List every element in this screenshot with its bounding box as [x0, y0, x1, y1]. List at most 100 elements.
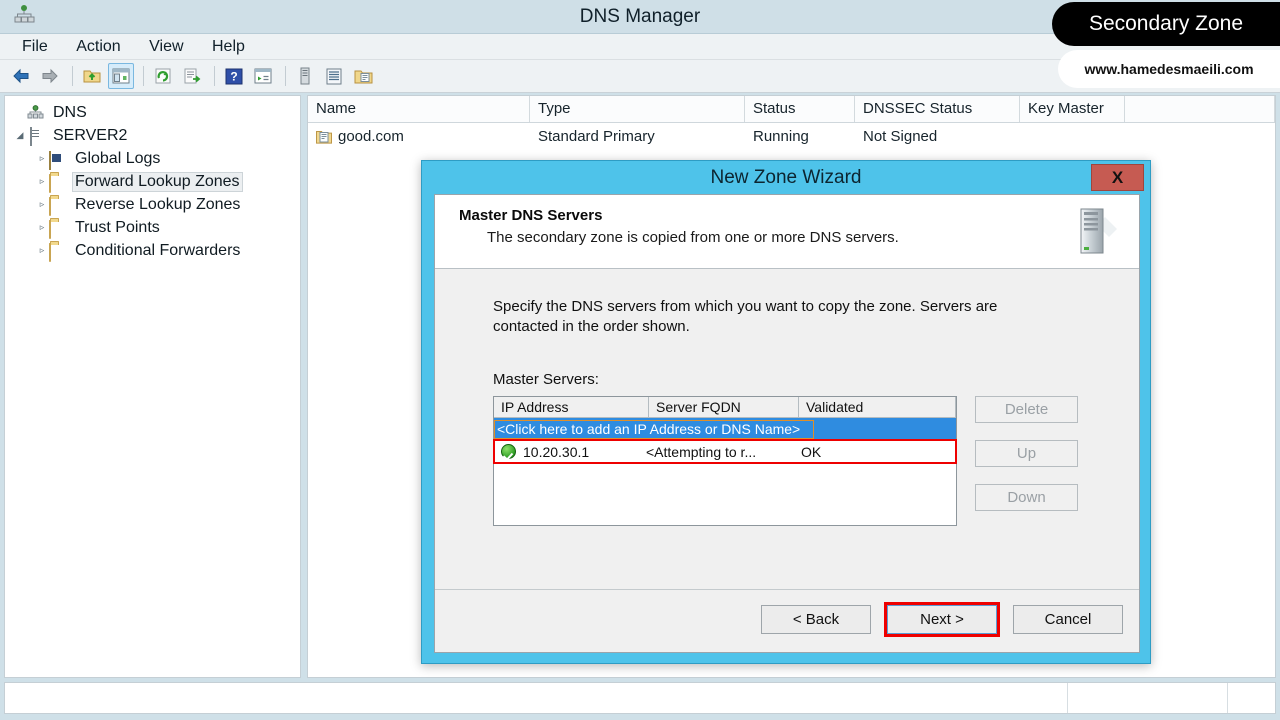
tree-item-label: Conditional Forwarders [75, 241, 241, 259]
column-header-status[interactable]: Status [745, 96, 855, 122]
tree-item-label: DNS [53, 103, 87, 121]
status-bar-segment-1 [1067, 683, 1227, 713]
global-logs-icon [49, 150, 67, 170]
dialog-header-title: Master DNS Servers [459, 207, 603, 224]
server-icon [27, 126, 45, 146]
down-button[interactable]: Down [975, 484, 1078, 511]
tree-expander[interactable]: ▹ [35, 199, 49, 210]
dialog-title: New Zone Wizard [710, 167, 862, 188]
menu-item-action[interactable]: Action [64, 34, 132, 60]
column-header-name[interactable]: Name [308, 96, 530, 122]
toolbar-separator [143, 66, 144, 86]
help-icon[interactable]: ? [221, 63, 247, 89]
menu-item-file[interactable]: File [10, 34, 60, 60]
dns-root-icon [27, 104, 45, 121]
validated-ok-icon [494, 444, 516, 459]
master-servers-label: Master Servers: [493, 371, 599, 388]
new-zone-icon[interactable] [350, 63, 376, 89]
delete-button[interactable]: Delete [975, 396, 1078, 423]
tree-item-label: Reverse Lookup Zones [75, 195, 241, 213]
tree-item-server2[interactable]: ◢ SERVER2 [5, 124, 300, 147]
zone-name-cell: good.com [308, 128, 530, 145]
column-header-filler [1125, 96, 1275, 122]
master-servers-list[interactable]: IP Address Server FQDN Validated <Click … [493, 396, 957, 526]
tree-item-global-logs[interactable]: ▹ Global Logs [5, 147, 300, 170]
svg-text:?: ? [230, 69, 237, 83]
console-tree-pane: DNS ◢ SERVER2 ▹ Global Logs ▹ Forward Lo… [4, 95, 301, 678]
column-header-server-fqdn[interactable]: Server FQDN [649, 397, 799, 417]
forward-icon[interactable] [37, 63, 63, 89]
console-tree: DNS ◢ SERVER2 ▹ Global Logs ▹ Forward Lo… [5, 96, 300, 262]
show-hide-tree-icon[interactable] [108, 63, 134, 89]
cancel-button[interactable]: Cancel [1013, 605, 1123, 634]
tree-item-reverse-lookup-zones[interactable]: ▹ Reverse Lookup Zones [5, 193, 300, 216]
menu-item-view[interactable]: View [137, 34, 195, 60]
zone-type-cell: Standard Primary [538, 127, 655, 145]
status-badge: Secondary Zone [1052, 2, 1280, 46]
tree-item-forward-lookup-zones[interactable]: ▹ Forward Lookup Zones [5, 170, 300, 193]
list-column-header: Name Type Status DNSSEC Status Key Maste… [308, 96, 1275, 123]
zone-status-cell: Running [753, 127, 809, 145]
up-folder-icon[interactable] [79, 63, 105, 89]
tree-item-dns[interactable]: DNS [5, 101, 300, 124]
tree-expander[interactable]: ▹ [35, 176, 49, 187]
tree-item-label: Global Logs [75, 149, 161, 167]
toolbar-separator [72, 66, 73, 86]
folder-icon [49, 173, 67, 193]
tree-item-conditional-forwarders[interactable]: ▹ Conditional Forwarders [5, 239, 300, 262]
new-zone-wizard-dialog: New Zone Wizard X Master DNS Servers The… [421, 160, 1151, 664]
folder-icon [49, 242, 67, 262]
tree-item-label: Forward Lookup Zones [72, 171, 243, 192]
tree-expander[interactable]: ▹ [35, 222, 49, 233]
status-bar-segment-2 [1227, 683, 1275, 713]
toolbar-separator [285, 66, 286, 86]
back-button[interactable]: < Back [761, 605, 871, 634]
dialog-body: Master DNS Servers The secondary zone is… [434, 194, 1140, 653]
tree-item-label: SERVER2 [53, 126, 128, 144]
column-header-type[interactable]: Type [530, 96, 745, 122]
back-icon[interactable] [8, 63, 34, 89]
master-servers-column-header: IP Address Server FQDN Validated [494, 397, 956, 418]
dialog-header-subtitle: The secondary zone is copied from one or… [487, 229, 899, 246]
column-header-ip-address[interactable]: IP Address [494, 397, 649, 417]
tree-expander[interactable]: ▹ [35, 245, 49, 256]
properties-icon[interactable] [250, 63, 276, 89]
zone-name-text: good.com [338, 127, 404, 145]
zone-dnssec-status-cell: Not Signed [863, 127, 938, 145]
tree-item-trust-points[interactable]: ▹ Trust Points [5, 216, 300, 239]
table-row[interactable]: good.com Standard Primary Running Not Si… [308, 123, 1275, 149]
next-button[interactable]: Next > [884, 602, 1000, 637]
dns-manager-window: DNS Manager File Action View Help ? DNS … [0, 0, 1280, 720]
master-server-row[interactable]: 10.20.30.1 <Attempting to r... OK [493, 439, 957, 464]
menu-item-help[interactable]: Help [200, 34, 257, 60]
tree-expander[interactable]: ▹ [35, 153, 49, 164]
tree-expander[interactable]: ◢ [13, 130, 27, 141]
server-icon[interactable] [292, 63, 318, 89]
dialog-footer-buttons: < Back Next > Cancel [761, 602, 1123, 637]
column-header-key-master[interactable]: Key Master [1020, 96, 1125, 122]
add-server-row[interactable]: <Click here to add an IP Address or DNS … [494, 418, 956, 440]
up-button[interactable]: Up [975, 440, 1078, 467]
master-servers-buttons: Delete Up Down [975, 396, 1078, 528]
master-server-validated: OK [801, 443, 822, 460]
status-bar-text [5, 683, 1067, 713]
tree-item-label: Trust Points [75, 218, 160, 236]
master-server-ip: 10.20.30.1 [523, 443, 590, 460]
column-header-dnssec-status[interactable]: DNSSEC Status [855, 96, 1020, 122]
folder-icon [49, 219, 67, 239]
add-server-input[interactable]: <Click here to add an IP Address or DNS … [494, 419, 814, 439]
dialog-instruction-text: Specify the DNS servers from which you w… [493, 298, 998, 335]
dialog-header: Master DNS Servers The secondary zone is… [435, 195, 1139, 269]
zone-icon [316, 129, 332, 144]
refresh-icon[interactable] [150, 63, 176, 89]
list-icon[interactable] [321, 63, 347, 89]
close-icon[interactable]: X [1091, 164, 1144, 191]
export-list-icon[interactable] [179, 63, 205, 89]
folder-icon [49, 196, 67, 216]
column-header-validated[interactable]: Validated [799, 397, 956, 417]
master-server-fqdn: <Attempting to r... [646, 443, 757, 460]
status-bar [4, 682, 1276, 714]
dialog-main: Specify the DNS servers from which you w… [435, 269, 1139, 617]
dialog-footer: < Back Next > Cancel [435, 589, 1139, 652]
toolbar-separator [214, 66, 215, 86]
